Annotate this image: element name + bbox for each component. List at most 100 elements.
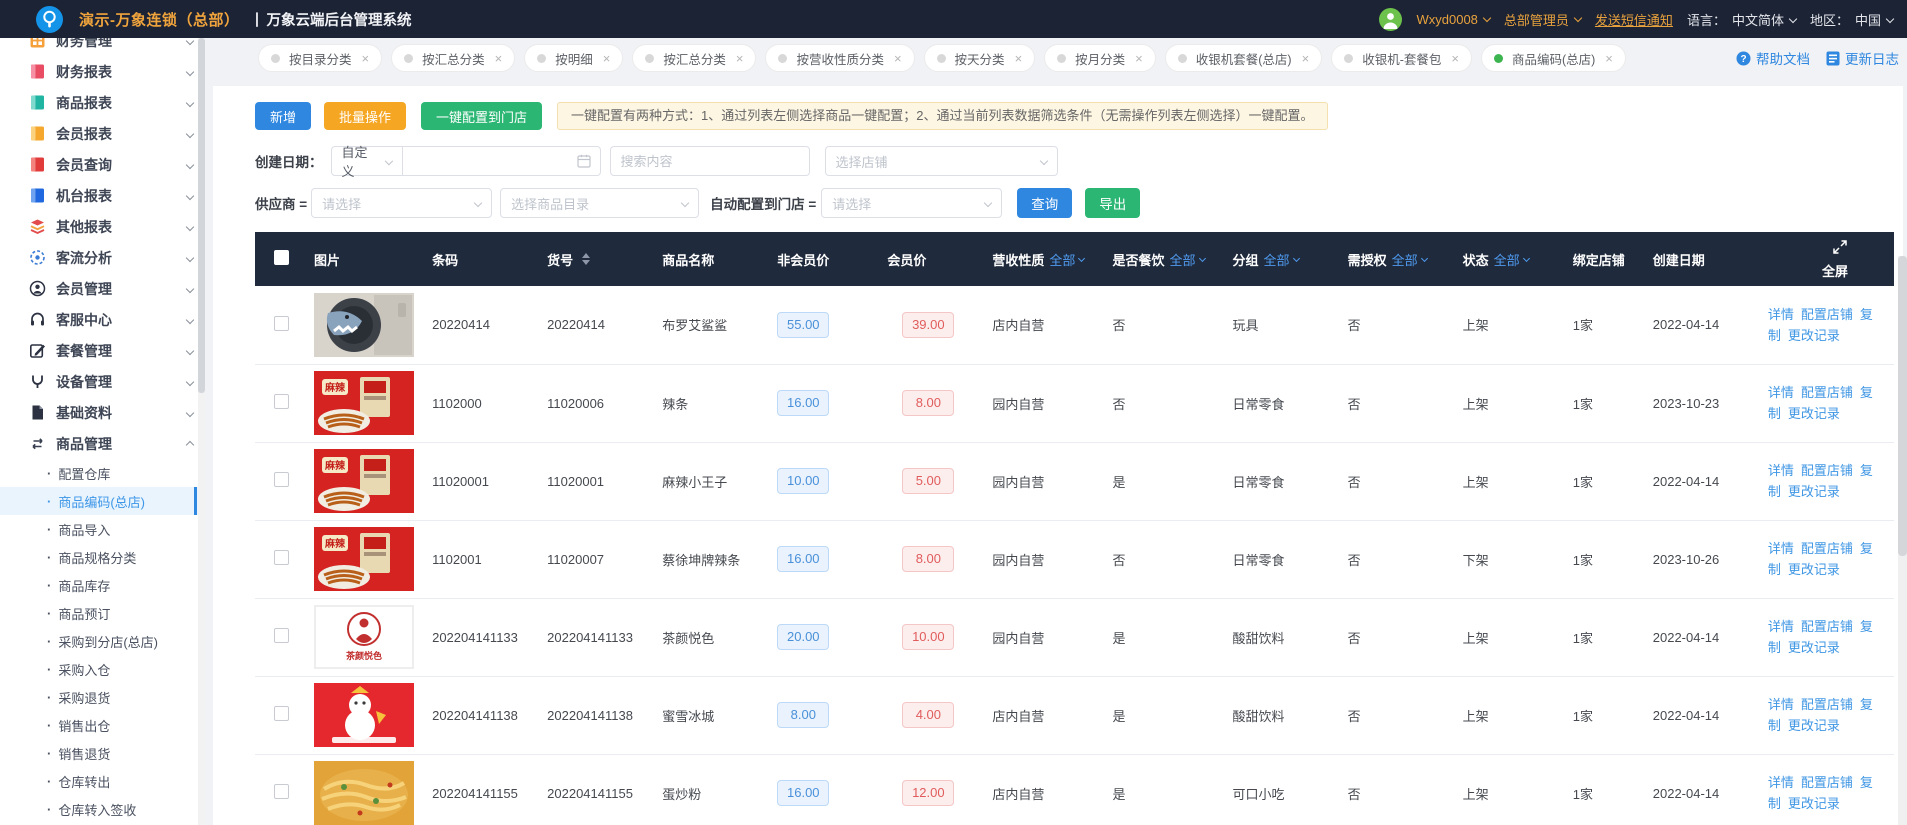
one-key-config-button[interactable]: 一键配置到门店 <box>421 102 542 130</box>
language-menu[interactable]: 语言：中文简体 <box>1687 10 1796 29</box>
changelog-link[interactable]: 更新日志 <box>1826 48 1899 68</box>
sort-icon[interactable] <box>582 253 590 265</box>
username-menu[interactable]: Wxyd0008 <box>1416 12 1489 27</box>
column-filter[interactable]: 全部 <box>1049 250 1084 269</box>
sidebar-item[interactable]: 会员管理 <box>0 273 205 304</box>
help-doc-link[interactable]: ? 帮助文档 <box>1736 48 1810 68</box>
sidebar-item[interactable]: 财务管理 <box>0 38 205 56</box>
sidebar-subitem[interactable]: ·商品编码(总店) <box>0 487 205 515</box>
row-action-link[interactable]: 配置店铺 <box>1801 385 1853 400</box>
row-checkbox[interactable] <box>274 550 289 565</box>
tab-item[interactable]: 按汇总分类× <box>391 44 515 72</box>
sidebar-scrollbar[interactable] <box>198 38 205 825</box>
row-action-link[interactable]: 详情 <box>1768 463 1794 478</box>
region-menu[interactable]: 地区：中国 <box>1810 10 1893 29</box>
fullscreen-icon[interactable] <box>1832 239 1848 255</box>
table-scrollbar-thumb[interactable] <box>1898 256 1907 556</box>
close-icon[interactable]: × <box>1302 52 1310 65</box>
tab-item[interactable]: 按月分类× <box>1044 44 1156 72</box>
sidebar-item[interactable]: 财务报表 <box>0 56 205 87</box>
close-icon[interactable]: × <box>362 52 370 65</box>
sidebar-subitem[interactable]: ·采购退货 <box>0 683 205 711</box>
column-header[interactable]: 需授权全部 <box>1342 232 1457 286</box>
close-icon[interactable]: × <box>1135 52 1143 65</box>
sidebar-item[interactable]: 机台报表 <box>0 180 205 211</box>
row-checkbox[interactable] <box>274 316 289 331</box>
row-action-link[interactable]: 配置店铺 <box>1801 775 1853 790</box>
sidebar-subitem[interactable]: ·仓库转入签收 <box>0 795 205 823</box>
column-header[interactable]: 营收性质全部 <box>986 232 1106 286</box>
sidebar-item[interactable]: 其他报表 <box>0 211 205 242</box>
sidebar-subitem[interactable]: ·商品规格分类 <box>0 543 205 571</box>
row-action-link[interactable]: 详情 <box>1768 775 1794 790</box>
row-action-link[interactable]: 详情 <box>1768 385 1794 400</box>
row-action-link[interactable]: 更改记录 <box>1788 562 1840 577</box>
sidebar-subitem[interactable]: ·商品库存 <box>0 571 205 599</box>
sidebar-item[interactable]: 设备管理 <box>0 366 205 397</box>
sidebar-item[interactable]: 商品管理 <box>0 428 205 459</box>
sidebar-item[interactable]: 套餐管理 <box>0 335 205 366</box>
row-checkbox[interactable] <box>274 472 289 487</box>
row-action-link[interactable]: 详情 <box>1768 619 1794 634</box>
row-checkbox[interactable] <box>274 628 289 643</box>
column-header[interactable]: 是否餐饮全部 <box>1106 232 1226 286</box>
row-action-link[interactable]: 详情 <box>1768 541 1794 556</box>
close-icon[interactable]: × <box>603 52 611 65</box>
row-action-link[interactable]: 详情 <box>1768 697 1794 712</box>
date-mode-select[interactable]: 自定义 <box>331 146 403 176</box>
row-action-link[interactable]: 更改记录 <box>1788 796 1840 811</box>
sidebar-item[interactable]: 会员报表 <box>0 118 205 149</box>
autoconfig-select[interactable]: 请选择 <box>821 188 1002 218</box>
tab-item[interactable]: 商品编码(总店)× <box>1481 44 1626 72</box>
row-action-link[interactable]: 配置店铺 <box>1801 697 1853 712</box>
column-header[interactable]: 状态全部 <box>1457 232 1567 286</box>
export-button[interactable]: 导出 <box>1085 188 1140 218</box>
row-action-link[interactable]: 配置店铺 <box>1801 307 1853 322</box>
send-sms-link[interactable]: 发送短信通知 <box>1595 10 1673 29</box>
row-checkbox[interactable] <box>274 784 289 799</box>
row-action-link[interactable]: 更改记录 <box>1788 328 1840 343</box>
sidebar-item[interactable]: 客流分析 <box>0 242 205 273</box>
date-range-input[interactable] <box>403 146 601 176</box>
column-filter[interactable]: 全部 <box>1264 250 1299 269</box>
tab-item[interactable]: 按营收性质分类× <box>765 44 914 72</box>
batch-operation-button[interactable]: 批量操作 <box>324 102 406 130</box>
close-icon[interactable]: × <box>1605 52 1613 65</box>
sidebar-scrollbar-thumb[interactable] <box>198 38 205 393</box>
catalog-select[interactable]: 选择商品目录 <box>500 188 699 218</box>
store-select[interactable]: 选择店铺 <box>825 146 1058 176</box>
row-action-link[interactable]: 详情 <box>1768 307 1794 322</box>
column-header[interactable]: 货号 <box>541 232 656 286</box>
row-action-link[interactable]: 配置店铺 <box>1801 619 1853 634</box>
sidebar-subitem[interactable]: ·配置仓库 <box>0 459 205 487</box>
tab-item[interactable]: 收银机套餐(总店)× <box>1165 44 1322 72</box>
close-icon[interactable]: × <box>736 52 744 65</box>
row-checkbox[interactable] <box>274 706 289 721</box>
supplier-select[interactable]: 请选择 <box>311 188 492 218</box>
sidebar-subitem[interactable]: ·销售退货 <box>0 739 205 767</box>
row-action-link[interactable]: 更改记录 <box>1788 718 1840 733</box>
tab-item[interactable]: 按明细× <box>524 44 623 72</box>
sidebar-subitem[interactable]: ·销售出仓 <box>0 711 205 739</box>
tab-item[interactable]: 收银机-套餐包× <box>1331 44 1472 72</box>
query-button[interactable]: 查询 <box>1017 188 1072 218</box>
sidebar-item[interactable]: 商品报表 <box>0 87 205 118</box>
add-button[interactable]: 新增 <box>255 102 311 130</box>
sidebar-item[interactable]: 基础资料 <box>0 397 205 428</box>
role-menu[interactable]: 总部管理员 <box>1504 10 1581 29</box>
close-icon[interactable]: × <box>894 52 902 65</box>
tab-item[interactable]: 按天分类× <box>924 44 1036 72</box>
column-filter[interactable]: 全部 <box>1494 250 1529 269</box>
row-action-link[interactable]: 配置店铺 <box>1801 463 1853 478</box>
sidebar-subitem[interactable]: ·采购入仓 <box>0 655 205 683</box>
row-action-link[interactable]: 更改记录 <box>1788 484 1840 499</box>
close-icon[interactable]: × <box>1451 52 1459 65</box>
row-action-link[interactable]: 配置店铺 <box>1801 541 1853 556</box>
user-avatar[interactable] <box>1379 8 1402 31</box>
column-filter[interactable]: 全部 <box>1169 250 1204 269</box>
column-header[interactable]: 分组全部 <box>1227 232 1342 286</box>
close-icon[interactable]: × <box>495 52 503 65</box>
sidebar-subitem[interactable]: ·商品预订 <box>0 599 205 627</box>
row-checkbox[interactable] <box>274 394 289 409</box>
close-icon[interactable]: × <box>1015 52 1023 65</box>
